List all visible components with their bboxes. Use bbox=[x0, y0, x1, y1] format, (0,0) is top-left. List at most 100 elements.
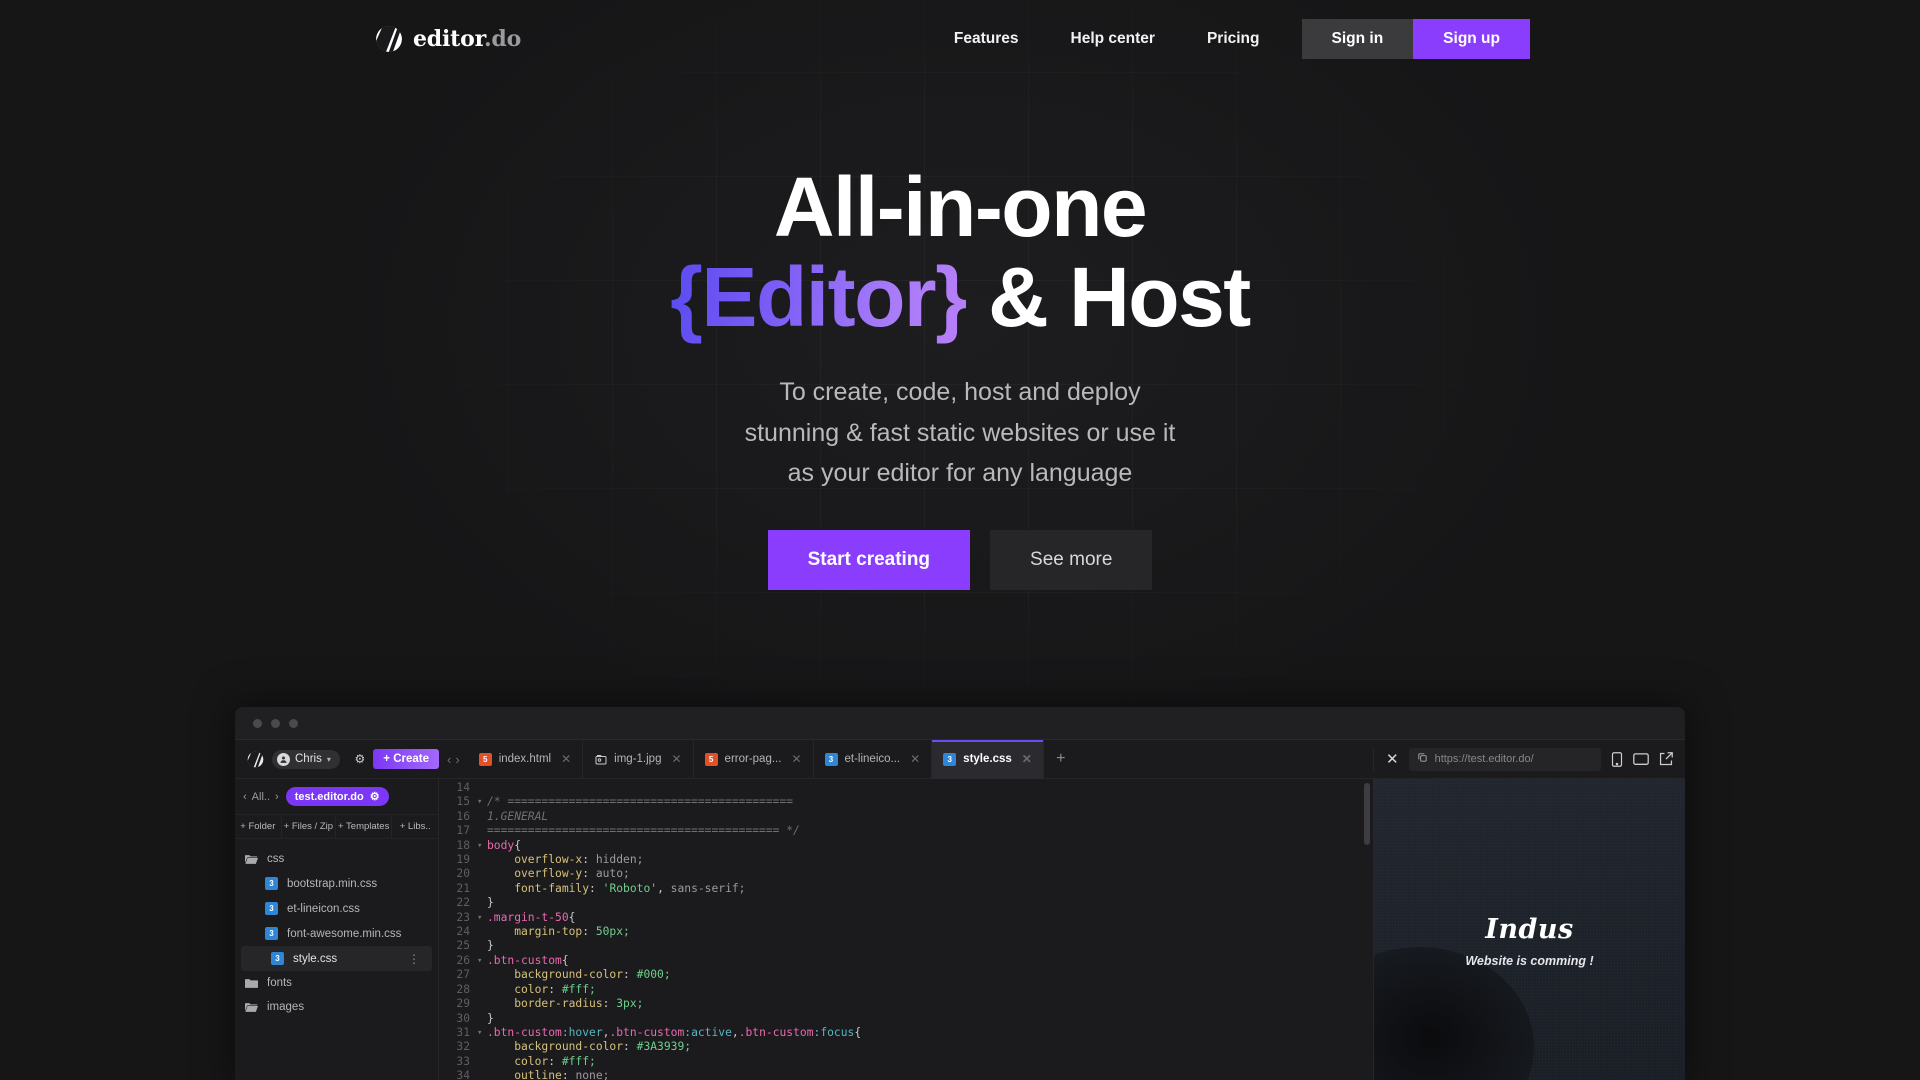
new-tab-button[interactable]: + bbox=[1044, 740, 1078, 779]
tab-img-1-jpg[interactable]: img-1.jpg ✕ bbox=[583, 739, 694, 779]
tree-item-label: et-lineicon.css bbox=[287, 902, 360, 915]
tree-file-style-css[interactable]: 3 style.css ⋮ bbox=[241, 946, 432, 971]
line-number: 20 bbox=[456, 867, 470, 881]
line-number: 28 bbox=[456, 982, 470, 996]
code-text: border-radius: 3px; bbox=[487, 997, 644, 1011]
line-number: 34 bbox=[456, 1069, 470, 1080]
tabs-scroll-left-icon[interactable]: ‹ bbox=[447, 752, 451, 767]
start-creating-button[interactable]: Start creating bbox=[767, 529, 971, 590]
line-number: 33 bbox=[456, 1054, 470, 1068]
window-maximize-dot[interactable] bbox=[289, 718, 298, 728]
fold-toggle-icon[interactable]: ▾ bbox=[477, 839, 487, 853]
preview-toolbar: ✕ https://test.editor.do/ bbox=[1373, 747, 1685, 771]
tree-file-font-awesome-min-css[interactable]: 3 font-awesome.min.css bbox=[235, 921, 438, 946]
line-number: 24 bbox=[456, 925, 470, 939]
tree-file-et-lineicon-css[interactable]: 3 et-lineicon.css bbox=[235, 896, 438, 921]
preview-close-icon[interactable]: ✕ bbox=[1386, 750, 1399, 768]
code-scrollbar[interactable] bbox=[1364, 783, 1370, 845]
folder-closed-icon bbox=[245, 978, 258, 989]
create-button[interactable]: + Create bbox=[373, 749, 439, 769]
tree-folder-fonts[interactable]: fonts bbox=[235, 971, 438, 995]
code-text: ========================================… bbox=[487, 824, 800, 838]
code-line: 18 ▾ body{ bbox=[439, 839, 1373, 853]
add-libs-button[interactable]: + Libs.. bbox=[392, 815, 438, 838]
code-line: 30} bbox=[439, 1012, 1373, 1026]
file-context-menu-icon[interactable]: ⋮ bbox=[408, 952, 420, 966]
add-templates-button[interactable]: + Templates bbox=[336, 815, 393, 838]
line-number: 32 bbox=[456, 1040, 470, 1054]
folder-open-icon bbox=[245, 854, 258, 865]
add-folder-button[interactable]: + Folder bbox=[235, 815, 282, 838]
mobile-icon[interactable] bbox=[1611, 751, 1623, 767]
window-close-dot[interactable] bbox=[253, 718, 262, 728]
line-number: 19 bbox=[456, 853, 470, 867]
code-text: } bbox=[487, 1011, 494, 1025]
hero-section: All-in-one {Editor} & Host To create, co… bbox=[0, 0, 1920, 590]
breadcrumb: ‹ All.. › test.editor.do ⚙ bbox=[235, 779, 438, 814]
preview-site-tagline: Website is comming ! bbox=[1465, 954, 1594, 968]
breadcrumb-label: All.. bbox=[251, 790, 271, 803]
close-icon[interactable]: ✕ bbox=[791, 752, 801, 766]
line-number: 25 bbox=[456, 939, 470, 953]
tab-label: index.html bbox=[498, 753, 552, 765]
fold-toggle-icon bbox=[477, 925, 487, 939]
tree-file-bootstrap-min-css[interactable]: 3 bootstrap.min.css bbox=[235, 871, 438, 896]
brand-logo[interactable]: editor.do bbox=[375, 25, 521, 53]
see-more-button[interactable]: See more bbox=[990, 529, 1153, 590]
tree-item-label: css bbox=[267, 853, 285, 865]
close-icon[interactable]: ✕ bbox=[561, 752, 571, 766]
fold-toggle-icon bbox=[477, 1012, 487, 1026]
line-number: 27 bbox=[456, 968, 470, 982]
desktop-icon[interactable] bbox=[1633, 752, 1649, 766]
tabs-scroll-right-icon[interactable]: › bbox=[455, 752, 459, 767]
tab-style-css[interactable]: 3 style.css ✕ bbox=[932, 739, 1044, 779]
hero-subtitle-line-2: stunning & fast static websites or use i… bbox=[744, 418, 1176, 447]
fold-toggle-icon[interactable]: ▾ bbox=[477, 795, 487, 809]
sign-in-button[interactable]: Sign in bbox=[1301, 19, 1414, 59]
code-editor[interactable]: 14 15 ▾/* ================================… bbox=[439, 779, 1373, 1080]
window-minimize-dot[interactable] bbox=[271, 718, 280, 728]
gear-icon[interactable]: ⚙ bbox=[355, 752, 366, 766]
nav-pricing[interactable]: Pricing bbox=[1181, 20, 1286, 58]
breadcrumb-all[interactable]: ‹ All.. › bbox=[243, 791, 279, 803]
line-number: 23 bbox=[456, 910, 470, 924]
css-file-icon: 3 bbox=[271, 952, 284, 965]
user-name: Chris bbox=[295, 753, 322, 765]
site-header: editor.do Features Help center Pricing S… bbox=[0, 0, 1920, 78]
line-number: 15 bbox=[456, 795, 470, 809]
code-text: outline: none; bbox=[487, 1069, 610, 1080]
tree-folder-images[interactable]: images bbox=[235, 995, 438, 1019]
fold-toggle-icon[interactable]: ▾ bbox=[477, 911, 487, 925]
tab-et-lineicon-css[interactable]: 3 et-lineico... ✕ bbox=[814, 739, 933, 779]
preview-url-bar[interactable]: https://test.editor.do/ bbox=[1408, 747, 1601, 771]
site-preview-pane[interactable]: Indus Website is comming ! bbox=[1373, 779, 1685, 1080]
code-text: } bbox=[487, 896, 494, 910]
copy-icon[interactable] bbox=[1417, 752, 1428, 766]
hero-subtitle-line-1: To create, code, host and deploy bbox=[779, 378, 1141, 407]
user-menu[interactable]: Chris ▾ bbox=[272, 749, 340, 769]
close-icon[interactable]: ✕ bbox=[1022, 752, 1032, 766]
close-icon[interactable]: ✕ bbox=[671, 752, 681, 766]
external-link-icon[interactable] bbox=[1659, 752, 1673, 766]
fold-toggle-icon[interactable]: ▾ bbox=[477, 954, 487, 968]
sign-up-button[interactable]: Sign up bbox=[1413, 19, 1530, 59]
add-files-zip-button[interactable]: + Files / Zip bbox=[282, 815, 337, 838]
tree-folder-css[interactable]: css bbox=[235, 847, 438, 871]
tab-error-page[interactable]: 5 error-pag... ✕ bbox=[694, 739, 814, 779]
nav-help-center[interactable]: Help center bbox=[1045, 20, 1181, 58]
code-text: .margin-t-50{ bbox=[487, 910, 576, 924]
nav-features[interactable]: Features bbox=[928, 20, 1045, 58]
code-text: /* =====================================… bbox=[487, 795, 794, 809]
line-number: 22 bbox=[456, 896, 470, 910]
site-settings-gear-icon[interactable]: ⚙ bbox=[370, 790, 380, 803]
code-text: margin-top: 50px; bbox=[487, 925, 630, 939]
fold-toggle-icon[interactable]: ▾ bbox=[477, 1026, 487, 1040]
main-nav: Features Help center Pricing Sign in Sig… bbox=[928, 19, 1530, 59]
close-icon[interactable]: ✕ bbox=[910, 752, 920, 766]
tab-index-html[interactable]: 5 index.html ✕ bbox=[468, 739, 584, 779]
code-text: .btn-custom:hover,.btn-custom:active,.bt… bbox=[487, 1025, 862, 1039]
hero-line-2-tail: & Host bbox=[966, 250, 1251, 345]
app-logo-icon[interactable] bbox=[247, 751, 264, 768]
fold-toggle-icon bbox=[477, 810, 487, 824]
site-pill[interactable]: test.editor.do ⚙ bbox=[285, 787, 389, 806]
